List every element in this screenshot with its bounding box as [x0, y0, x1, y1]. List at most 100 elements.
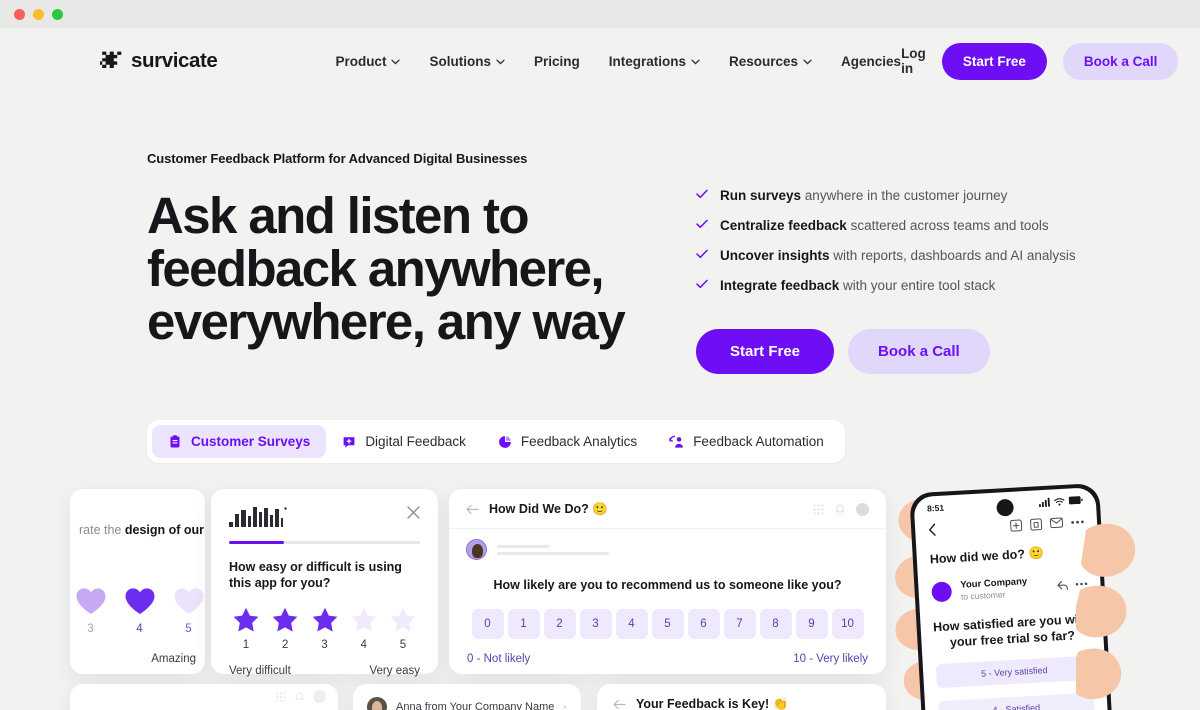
clipboard-icon	[170, 434, 180, 447]
avatar[interactable]	[856, 503, 869, 516]
nps-option-10[interactable]: 10	[831, 609, 864, 639]
bell-icon[interactable]	[835, 504, 845, 515]
nav-item-product[interactable]: Product	[335, 54, 401, 69]
nps-option-5[interactable]: 5	[651, 609, 684, 639]
nav-book-a-call-button[interactable]: Book a Call	[1062, 42, 1179, 80]
star-icon	[351, 607, 377, 632]
nps-survey-card: How Did We Do? 🙂 How likely are you to r…	[449, 489, 886, 674]
apps-grid-icon[interactable]	[276, 691, 286, 702]
check-icon	[696, 249, 708, 259]
nav-item-agencies[interactable]: Agencies	[841, 54, 901, 69]
close-icon[interactable]	[407, 506, 420, 519]
star-option-4[interactable]: 4	[349, 607, 379, 651]
check-icon	[696, 219, 708, 229]
star-option-1[interactable]: 1	[231, 607, 261, 651]
star-icon	[312, 607, 337, 632]
close-icon[interactable]	[563, 701, 567, 710]
nav-item-pricing[interactable]: Pricing	[534, 54, 580, 69]
star-icon	[233, 607, 259, 632]
nps-option-3[interactable]: 3	[579, 609, 612, 639]
benefit-strong: Centralize feedback	[720, 218, 847, 233]
avatar	[367, 697, 387, 710]
tab-label: Customer Surveys	[191, 434, 311, 449]
apps-grid-icon[interactable]	[813, 504, 824, 515]
star-icon	[272, 607, 298, 632]
avatar[interactable]	[313, 690, 326, 703]
nav-item-pricing-label: Pricing	[533, 53, 580, 69]
hero-book-a-call-button[interactable]: Book a Call	[848, 329, 990, 374]
nav-item-resources[interactable]: Resources	[729, 54, 812, 69]
nav-item-integrations-label: Integrations	[608, 53, 686, 69]
nps-option-1[interactable]: 1	[507, 609, 540, 639]
back-arrow-icon[interactable]	[928, 523, 937, 536]
hero-cta-group: Start Free Book a Call	[696, 329, 1076, 374]
tab-label: Feedback Analytics	[520, 434, 638, 449]
mail-icon[interactable]	[1049, 517, 1064, 529]
page-root: survicate Product Solutions Pricing Inte…	[0, 28, 1200, 710]
survicate-logo[interactable]: survicate	[100, 49, 218, 73]
star-option-5[interactable]: 5	[388, 607, 418, 651]
tab-label: Feedback Automation	[693, 434, 824, 449]
list-item: Run surveys anywhere in the customer jou…	[696, 187, 1076, 204]
hero-benefits-list: Run surveys anywhere in the customer jou…	[696, 187, 1076, 294]
heart-option-5[interactable]: 5	[172, 587, 205, 635]
phone-option-very-satisfied[interactable]: 5 - Very satisfied	[935, 655, 1093, 689]
nps-option-4[interactable]: 4	[615, 609, 648, 639]
heart-option-3[interactable]: 3	[74, 587, 107, 635]
star-option-3[interactable]: 3	[310, 607, 340, 651]
stars-survey-card: How easy or difficult is using this app …	[211, 489, 438, 677]
nav-start-free-button[interactable]: Start Free	[941, 42, 1047, 80]
nps-option-7[interactable]: 7	[723, 609, 756, 639]
nps-header-actions	[813, 503, 869, 516]
nps-option-8[interactable]: 8	[759, 609, 792, 639]
hearts-survey-card: rate the design of our 3 4 5 Amazing	[70, 489, 205, 674]
tab-feedback-automation[interactable]: Feedback Automation	[653, 425, 840, 458]
archive-icon[interactable]	[1010, 519, 1023, 532]
anna-survey-card: Anna from Your Company Name	[353, 684, 581, 710]
heart-icon	[125, 588, 154, 614]
tab-digital-feedback[interactable]: Digital Feedback	[326, 425, 482, 458]
feature-tabs: Customer Surveys Digital Feedback Feedba…	[147, 420, 845, 463]
heart-icon	[76, 588, 105, 614]
delete-icon[interactable]	[1030, 517, 1043, 531]
nav-item-solutions[interactable]: Solutions	[429, 54, 505, 69]
minimize-window-button[interactable]	[33, 8, 44, 20]
benefit-strong: Uncover insights	[720, 248, 830, 263]
battery-icon	[1068, 496, 1083, 505]
star-number: 3	[321, 639, 328, 651]
heart-icon	[174, 588, 203, 614]
back-arrow-icon[interactable]	[613, 699, 626, 710]
reply-icon[interactable]	[1056, 579, 1069, 591]
nps-option-9[interactable]: 9	[795, 609, 828, 639]
logo-wordmark: survicate	[131, 49, 218, 72]
benefit-rest: with reports, dashboards and AI analysis	[829, 248, 1076, 263]
tab-feedback-analytics[interactable]: Feedback Analytics	[482, 425, 653, 458]
nps-option-0[interactable]: 0	[471, 609, 504, 639]
phone-option-satisfied[interactable]: 4 - Satisfied	[937, 692, 1095, 710]
close-window-button[interactable]	[14, 8, 25, 20]
heart-option-4[interactable]: 4	[123, 587, 156, 635]
maximize-window-button[interactable]	[52, 8, 63, 20]
stars-right-label: Very easy	[369, 665, 421, 677]
nav-links: Product Solutions Pricing Integrations R…	[335, 54, 901, 69]
tab-customer-surveys[interactable]: Customer Surveys	[152, 425, 327, 458]
nps-right-label: 10 - Very likely	[793, 653, 868, 665]
login-link[interactable]: Log in	[901, 46, 926, 76]
nps-option-2[interactable]: 2	[543, 609, 576, 639]
feedback-key-title: Your Feedback is Key! 👏	[636, 697, 789, 710]
nav-item-integrations[interactable]: Integrations	[609, 54, 700, 69]
anna-sender-name: Anna from Your Company Name	[396, 701, 555, 710]
nps-option-6[interactable]: 6	[687, 609, 720, 639]
brand-logo-placeholder-icon	[229, 507, 287, 527]
star-option-2[interactable]: 2	[270, 607, 300, 651]
heart-number: 3	[87, 623, 94, 635]
check-icon	[696, 189, 708, 199]
inbox-header-actions	[276, 690, 326, 703]
phone-sender-meta: Your Company to customer	[960, 576, 1028, 602]
stars-scale-labels: Very difficult Very easy	[229, 665, 420, 677]
back-arrow-icon[interactable]	[466, 504, 479, 515]
hero-start-free-button[interactable]: Start Free	[696, 329, 835, 374]
bell-icon[interactable]	[295, 691, 304, 702]
check-icon	[696, 279, 708, 289]
benefit-rest: with your entire tool stack	[839, 278, 996, 293]
